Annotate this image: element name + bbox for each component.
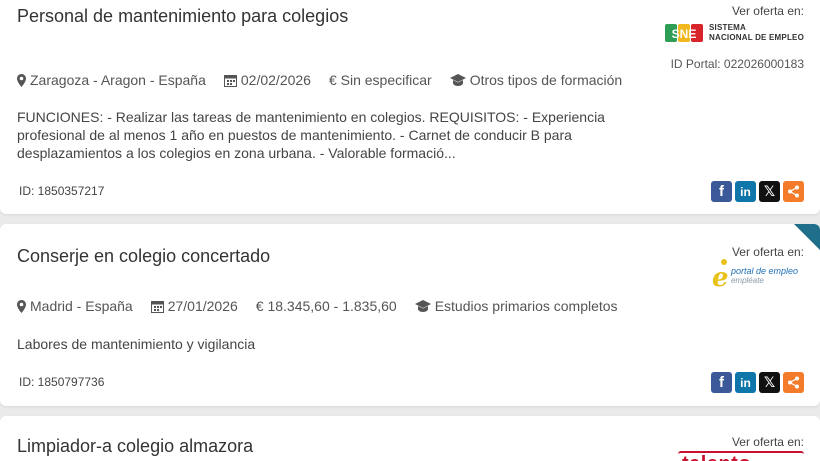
empleate-logo-line1: portal de empleo <box>730 266 798 276</box>
education-text: Otros tipos de formación <box>469 72 623 88</box>
date-text: 02/02/2026 <box>240 72 311 88</box>
offer-id: ID: 1850357217 <box>19 184 105 198</box>
education: Otros tipos de formación <box>449 72 623 88</box>
offer-meta: Zaragoza - Aragon - España 02/02/2026 € … <box>17 72 640 88</box>
x-icon[interactable]: 𝕏 <box>759 181 780 202</box>
offer-card[interactable]: Conserje en colegio concertado Ver ofert… <box>0 224 820 406</box>
location: Madrid - España <box>17 298 133 314</box>
share-buttons: f in 𝕏 <box>711 181 804 202</box>
offer-title[interactable]: Limpiador-a colegio almazora <box>17 436 253 457</box>
share-icon[interactable] <box>783 372 804 393</box>
offer-description: FUNCIONES: - Realizar las tareas de mant… <box>17 109 605 161</box>
sne-logo-mark: SNE <box>664 24 703 42</box>
empleate-logo[interactable]: e portal de empleo empléate <box>712 258 798 288</box>
graduation-cap-icon <box>414 300 431 312</box>
calendar-icon <box>223 74 237 87</box>
location-text: Zaragoza - Aragon - España <box>30 72 206 88</box>
sne-logo-line1: SISTEMA <box>708 23 746 32</box>
sne-logo[interactable]: SNE SISTEMA NACIONAL DE EMPLEO <box>664 22 804 44</box>
salary-text: € 18.345,60 - 1.835,60 <box>255 298 397 314</box>
date: 27/01/2026 <box>150 298 238 314</box>
offer-title[interactable]: Conserje en colegio concertado <box>17 246 270 267</box>
facebook-icon[interactable]: f <box>711 181 732 202</box>
offer-id: ID: 1850797736 <box>19 375 105 389</box>
graduation-cap-icon <box>449 74 466 86</box>
sne-logo-line2: NACIONAL DE EMPLEO <box>708 33 804 42</box>
x-icon[interactable]: 𝕏 <box>759 372 780 393</box>
offer-meta: Madrid - España 27/01/2026 € 18.345,60 -… <box>17 298 636 314</box>
map-marker-icon <box>17 299 26 313</box>
education-text: Estudios primarios completos <box>434 298 618 314</box>
map-marker-icon <box>17 73 26 87</box>
location: Zaragoza - Aragon - España <box>17 72 206 88</box>
date-text: 27/01/2026 <box>167 298 238 314</box>
ver-oferta-label: Ver oferta en: <box>731 245 804 259</box>
share-icon[interactable] <box>783 181 804 202</box>
id-portal: ID Portal: 022026000183 <box>670 57 804 71</box>
calendar-icon <box>150 300 164 313</box>
empleate-logo-mark: e <box>712 259 729 288</box>
facebook-icon[interactable]: f <box>711 372 732 393</box>
svg-text:e: e <box>712 263 729 288</box>
education: Estudios primarios completos <box>414 298 618 314</box>
ver-oferta-label: Ver oferta en: <box>731 435 804 449</box>
linkedin-icon[interactable]: in <box>735 372 756 393</box>
talento-logo-text: talento <box>682 453 751 461</box>
share-buttons: f in 𝕏 <box>711 372 804 393</box>
svg-text:SNE: SNE <box>672 27 697 41</box>
linkedin-icon[interactable]: in <box>735 181 756 202</box>
date: 02/02/2026 <box>223 72 311 88</box>
salary-text: € Sin especificar <box>328 72 432 88</box>
ver-oferta-label: Ver oferta en: <box>731 4 804 18</box>
location-text: Madrid - España <box>30 298 133 314</box>
salary: € Sin especificar <box>329 72 432 88</box>
offer-description: Labores de mantenimiento y vigilancia <box>17 336 256 352</box>
talento-logo[interactable]: talento <box>678 449 804 461</box>
empleate-logo-line2: empléate <box>730 276 764 285</box>
offer-title[interactable]: Personal de mantenimiento para colegios <box>17 6 348 27</box>
offer-card[interactable]: Personal de mantenimiento para colegios … <box>0 0 820 214</box>
salary: € 18.345,60 - 1.835,60 <box>256 298 397 314</box>
